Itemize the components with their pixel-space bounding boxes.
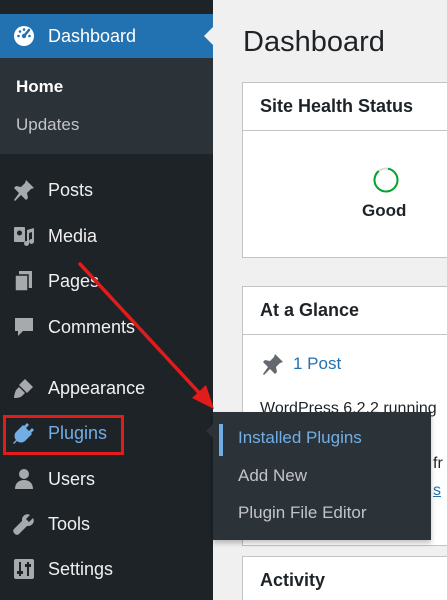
user-icon xyxy=(0,467,48,491)
sidebar-item-label: Comments xyxy=(48,316,136,337)
sidebar-item-label: Media xyxy=(48,225,98,246)
active-indicator xyxy=(219,424,223,456)
flyout-item-plugin-file-editor[interactable]: Plugin File Editor xyxy=(238,503,367,523)
sidebar-item-tools[interactable]: Tools xyxy=(0,502,213,546)
wrench-icon xyxy=(0,512,48,536)
paintbrush-icon xyxy=(0,376,48,400)
sidebar-item-users[interactable]: Users xyxy=(0,457,213,501)
sidebar-item-label: Pages xyxy=(48,270,100,291)
widget-title: At a Glance xyxy=(243,287,447,335)
sidebar-item-appearance[interactable]: Appearance xyxy=(0,366,213,410)
submenu-item-updates[interactable]: Updates xyxy=(16,115,79,135)
pushpin-icon xyxy=(263,354,283,375)
activity-widget: Activity xyxy=(242,556,447,600)
sidebar-item-pages[interactable]: Pages xyxy=(0,259,213,303)
sidebar-item-dashboard[interactable]: Dashboard xyxy=(0,14,213,58)
glance-partial-text: fr xyxy=(433,455,443,472)
flyout-item-add-new[interactable]: Add New xyxy=(238,466,307,486)
admin-sidebar: Dashboard Home Updates Posts Media Pages… xyxy=(0,0,213,600)
media-icon xyxy=(0,224,48,248)
settings-icon xyxy=(0,557,48,581)
plugins-highlight-box xyxy=(3,415,124,455)
pushpin-icon xyxy=(0,178,48,202)
dashboard-submenu: Home Updates xyxy=(0,58,213,154)
widget-title: Activity xyxy=(243,557,447,600)
sidebar-item-settings[interactable]: Settings xyxy=(0,547,213,591)
comment-icon xyxy=(0,315,48,339)
sidebar-item-label: Tools xyxy=(48,513,91,534)
dashboard-icon xyxy=(0,24,48,48)
health-status-ring-icon xyxy=(373,167,399,193)
sidebar-item-label: Settings xyxy=(48,558,114,579)
sidebar-item-label: Dashboard xyxy=(48,25,137,46)
pages-icon xyxy=(0,269,48,293)
sidebar-item-media[interactable]: Media xyxy=(0,214,213,258)
glance-partial-link[interactable]: s xyxy=(433,482,441,500)
health-status-label: Good xyxy=(362,201,407,220)
sidebar-item-label: Posts xyxy=(48,179,94,200)
site-health-widget: Site Health Status Good xyxy=(242,82,447,258)
sidebar-item-label: Appearance xyxy=(48,377,146,398)
page-title: Dashboard xyxy=(243,26,385,58)
sidebar-item-comments[interactable]: Comments xyxy=(0,305,213,349)
sidebar-item-label: Users xyxy=(48,468,96,489)
plugins-flyout-submenu: Installed Plugins Add New Plugin File Ed… xyxy=(206,412,431,540)
sidebar-item-posts[interactable]: Posts xyxy=(0,168,213,212)
widget-title: Site Health Status xyxy=(243,83,447,131)
submenu-item-home[interactable]: Home xyxy=(16,77,63,97)
posts-count-link[interactable]: 1 Post xyxy=(293,354,341,374)
flyout-item-installed-plugins[interactable]: Installed Plugins xyxy=(238,428,362,448)
